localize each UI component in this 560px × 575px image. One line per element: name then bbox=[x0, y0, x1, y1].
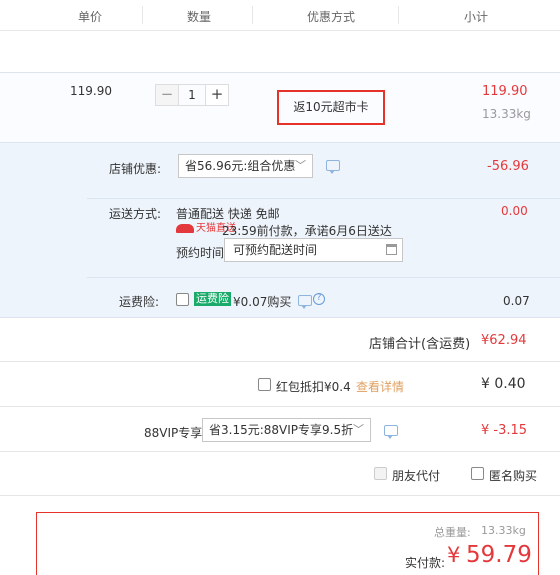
pay-amount: 59.79 bbox=[466, 542, 532, 568]
divider bbox=[0, 451, 560, 452]
pay-currency: ¥ bbox=[447, 543, 461, 567]
schedule-date-value: 可预约配送时间 bbox=[233, 243, 318, 257]
header-divider bbox=[252, 6, 253, 24]
shop-total-value: ¥62.94 bbox=[481, 333, 527, 348]
item-weight: 13.33kg bbox=[482, 107, 531, 121]
insurance-badge: 运费险 bbox=[194, 292, 231, 306]
redpacket-value: ¥ 0.40 bbox=[481, 376, 526, 392]
header-divider bbox=[398, 6, 399, 24]
shop-discount-label: 店铺优惠: bbox=[109, 162, 162, 176]
quantity-value[interactable]: 1 bbox=[179, 84, 205, 106]
calendar-icon[interactable] bbox=[386, 244, 397, 255]
shop-total-label: 店铺合计(含运费) bbox=[369, 337, 471, 352]
insurance-price: ¥0.07购买 bbox=[233, 295, 292, 309]
unit-price: 119.90 bbox=[70, 84, 112, 98]
header-unit-price: 单价 bbox=[78, 10, 103, 24]
promo-label: 返10元超市卡 bbox=[293, 100, 369, 114]
schedule-date-input[interactable]: 可预约配送时间 bbox=[224, 238, 403, 262]
pay-label: 实付款: bbox=[405, 556, 446, 570]
schedule-label: 预约时间 bbox=[176, 246, 225, 260]
redpacket-label: 红包抵扣¥0.4 bbox=[276, 380, 351, 394]
insurance-checkbox[interactable] bbox=[176, 293, 189, 306]
anonymous-label: 匿名购买 bbox=[489, 469, 538, 483]
shop-discount-select[interactable]: 省56.96元:组合优惠 ﹀ bbox=[178, 154, 313, 178]
table-header: 单价 数量 优惠方式 小计 bbox=[0, 0, 560, 31]
shipping-fee: 0.00 bbox=[501, 204, 528, 218]
redpacket-checkbox[interactable] bbox=[258, 378, 271, 391]
shop-discount-value: 省56.96元:组合优惠 bbox=[185, 159, 296, 173]
promo-highlight: 返10元超市卡 bbox=[277, 90, 385, 125]
vip-discount-select[interactable]: 省3.15元:88VIP专享9.5折 ﹀ bbox=[202, 418, 371, 442]
shipping-label: 运送方式: bbox=[109, 207, 162, 221]
divider bbox=[0, 495, 560, 496]
help-icon[interactable]: ? bbox=[313, 293, 325, 305]
shipping-method: 普通配送 快递 免邮 bbox=[176, 207, 280, 221]
comment-icon[interactable] bbox=[326, 160, 340, 174]
divider bbox=[87, 198, 560, 199]
divider bbox=[0, 361, 560, 362]
friend-pay-checkbox[interactable] bbox=[374, 467, 387, 480]
order-summary-box bbox=[36, 512, 539, 575]
header-divider bbox=[142, 6, 143, 24]
quantity-stepper: − 1 + bbox=[155, 84, 229, 106]
insurance-label: 运费险: bbox=[119, 295, 160, 309]
decrease-quantity-button[interactable]: − bbox=[155, 84, 179, 106]
total-weight-value: 13.33kg bbox=[481, 524, 526, 537]
tmall-logo-icon bbox=[176, 223, 194, 233]
item-subtotal: 119.90 bbox=[482, 84, 528, 99]
chevron-down-icon: ﹀ bbox=[353, 423, 364, 436]
header-quantity: 数量 bbox=[187, 10, 212, 24]
header-subtotal: 小计 bbox=[464, 10, 489, 24]
vip-discount-value: 省3.15元:88VIP专享9.5折 bbox=[209, 423, 354, 437]
vip-value: ¥ -3.15 bbox=[481, 423, 528, 438]
shipping-promise: 23:59前付款，承诺6月6日送达 bbox=[222, 224, 392, 238]
total-weight-label: 总重量: bbox=[434, 526, 471, 539]
increase-quantity-button[interactable]: + bbox=[205, 84, 229, 106]
anonymous-checkbox[interactable] bbox=[471, 467, 484, 480]
divider bbox=[0, 406, 560, 407]
divider bbox=[87, 277, 560, 278]
chevron-down-icon: ﹀ bbox=[295, 159, 306, 172]
redpacket-details-link[interactable]: 查看详情 bbox=[356, 378, 404, 395]
comment-icon[interactable] bbox=[298, 295, 312, 309]
header-promo: 优惠方式 bbox=[307, 10, 356, 24]
insurance-fee: 0.07 bbox=[503, 294, 530, 308]
friend-pay-label: 朋友代付 bbox=[392, 469, 441, 483]
vip-label: 88VIP专享 bbox=[144, 426, 203, 440]
shop-discount-amount: -56.96 bbox=[487, 159, 529, 174]
comment-icon[interactable] bbox=[384, 425, 398, 439]
